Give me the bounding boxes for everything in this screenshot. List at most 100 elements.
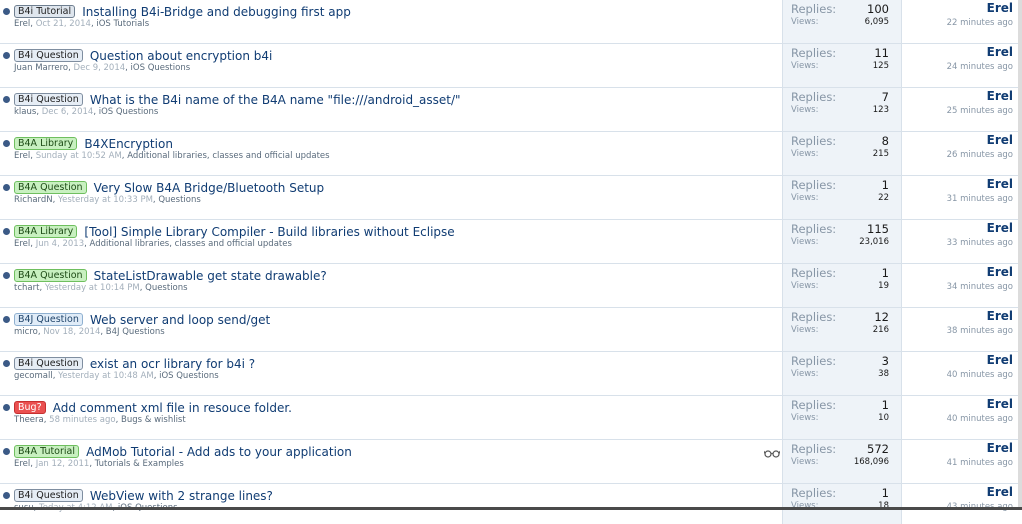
last-post-time-link[interactable]: 24 minutes ago <box>947 62 1013 72</box>
views-label: Views: <box>791 193 819 203</box>
thread-prefix-badge[interactable]: Bug? <box>14 401 46 414</box>
views-label: Views: <box>791 413 819 423</box>
scrollbar[interactable] <box>1018 0 1022 510</box>
thread-prefix-badge[interactable]: B4i Question <box>14 93 83 106</box>
thread-author-link[interactable]: Erel <box>14 459 30 469</box>
last-post-time-link[interactable]: 26 minutes ago <box>947 150 1013 160</box>
thread-author-link[interactable]: micro <box>14 327 38 337</box>
thread-title-link[interactable]: exist an ocr library for b4i ? <box>90 357 255 371</box>
thread-forum-link[interactable]: Bugs & wishlist <box>121 415 186 425</box>
thread-title-link[interactable]: Add comment xml file in resouce folder. <box>53 401 292 415</box>
unread-dot-icon <box>3 404 10 411</box>
replies-label: Replies: <box>791 266 837 280</box>
last-post-info: Erel 31 minutes ago <box>901 176 1018 219</box>
thread-author-link[interactable]: tchart <box>14 283 39 293</box>
replies-label: Replies: <box>791 134 837 148</box>
unread-dot-icon <box>3 272 10 279</box>
thread-author-link[interactable]: Erel <box>14 151 30 161</box>
last-post-user-link[interactable]: Erel <box>987 133 1013 147</box>
thread-row: B4i Question WebView with 2 strange line… <box>0 484 1018 524</box>
thread-title-link[interactable]: AdMob Tutorial - Add ads to your applica… <box>86 445 352 459</box>
last-post-time-link[interactable]: 33 minutes ago <box>947 238 1013 248</box>
last-post-user-link[interactable]: Erel <box>987 397 1013 411</box>
thread-stats: Replies: 1 Views: 10 <box>782 396 902 439</box>
thread-stats: Replies: 3 Views: 38 <box>782 352 902 395</box>
thread-forum-link[interactable]: B4J Questions <box>106 327 165 337</box>
last-post-user-link[interactable]: Erel <box>987 309 1013 323</box>
thread-forum-link[interactable]: iOS Questions <box>159 371 219 381</box>
views-count: 19 <box>878 281 889 291</box>
thread-title-link[interactable]: [Tool] Simple Library Compiler - Build l… <box>84 225 454 239</box>
thread-title-link[interactable]: Question about encryption b4i <box>90 49 273 63</box>
thread-prefix-badge[interactable]: B4i Question <box>14 49 83 62</box>
thread-title-link[interactable]: WebView with 2 strange lines? <box>90 489 273 503</box>
thread-stats: Replies: 572 Views: 168,096 <box>782 440 902 483</box>
thread-author-link[interactable]: Erel <box>14 19 30 29</box>
thread-forum-link[interactable]: iOS Questions <box>99 107 159 117</box>
views-count: 123 <box>872 105 889 115</box>
last-post-time-link[interactable]: 40 minutes ago <box>947 414 1013 424</box>
thread-title-link[interactable]: Installing B4i-Bridge and debugging firs… <box>82 5 351 19</box>
last-post-time-link[interactable]: 31 minutes ago <box>947 194 1013 204</box>
thread-prefix-badge[interactable]: B4J Question <box>14 313 83 326</box>
last-post-user-link[interactable]: Erel <box>987 45 1013 59</box>
thread-prefix-badge[interactable]: B4i Question <box>14 357 83 370</box>
last-post-time-link[interactable]: 41 minutes ago <box>947 458 1013 468</box>
thread-author-link[interactable]: klaus <box>14 107 36 117</box>
last-post-user-link[interactable]: Erel <box>987 1 1013 15</box>
views-count: 38 <box>878 369 889 379</box>
last-post-user-link[interactable]: Erel <box>987 441 1013 455</box>
last-post-user-link[interactable]: Erel <box>987 485 1013 499</box>
last-post-user-link[interactable]: Erel <box>987 89 1013 103</box>
thread-author-link[interactable]: Erel <box>14 239 30 249</box>
thread-title-link[interactable]: B4XEncryption <box>84 137 173 151</box>
last-post-time-link[interactable]: 38 minutes ago <box>947 326 1013 336</box>
last-post-time-link[interactable]: 40 minutes ago <box>947 370 1013 380</box>
thread-forum-link[interactable]: Additional libraries, classes and offici… <box>90 239 292 249</box>
thread-prefix-badge[interactable]: B4A Library <box>14 137 78 150</box>
replies-count: 1 <box>881 178 889 192</box>
thread-prefix-badge[interactable]: B4i Question <box>14 489 83 502</box>
thread-title-line: B4J Question Web server and loop send/ge… <box>14 309 270 327</box>
thread-meta: Erel, Jun 4, 2013, Additional libraries,… <box>14 239 292 249</box>
thread-start-date: Jun 4, 2013 <box>35 239 85 249</box>
thread-forum-link[interactable]: Additional libraries, classes and offici… <box>127 151 329 161</box>
thread-author-link[interactable]: Juan Marrero <box>14 63 68 73</box>
thread-forum-link[interactable]: iOS Questions <box>131 63 191 73</box>
thread-title-link[interactable]: What is the B4i name of the B4A name "fi… <box>90 93 461 107</box>
thread-forum-link[interactable]: Tutorials & Examples <box>95 459 184 469</box>
last-post-user-link[interactable]: Erel <box>987 353 1013 367</box>
thread-stats: Replies: 7 Views: 123 <box>782 88 902 131</box>
thread-prefix-badge[interactable]: B4A Library <box>14 225 78 238</box>
last-post-time-link[interactable]: 25 minutes ago <box>947 106 1013 116</box>
thread-author-link[interactable]: RichardN <box>14 195 53 205</box>
thread-prefix-badge[interactable]: B4A Question <box>14 181 87 194</box>
thread-stats: Replies: 100 Views: 6,095 <box>782 0 902 43</box>
views-count: 10 <box>878 413 889 423</box>
unread-dot-icon <box>3 184 10 191</box>
thread-title-line: B4i Question Question about encryption b… <box>14 45 273 63</box>
thread-title-link[interactable]: Web server and loop send/get <box>90 313 270 327</box>
last-post-time-link[interactable]: 34 minutes ago <box>947 282 1013 292</box>
last-post-user-link[interactable]: Erel <box>987 265 1013 279</box>
thread-start-date: Yesterday at 10:33 PM <box>58 195 153 205</box>
last-post-time-link[interactable]: 22 minutes ago <box>947 18 1013 28</box>
replies-count: 1 <box>881 398 889 412</box>
thread-prefix-badge[interactable]: B4i Tutorial <box>14 5 76 18</box>
last-post-user-link[interactable]: Erel <box>987 177 1013 191</box>
thread-prefix-badge[interactable]: B4A Question <box>14 269 87 282</box>
thread-author-link[interactable]: Theera <box>14 415 44 425</box>
replies-count: 572 <box>867 442 889 456</box>
thread-author-link[interactable]: gecomall <box>14 371 53 381</box>
replies-label: Replies: <box>791 398 837 412</box>
replies-label: Replies: <box>791 178 837 192</box>
last-post-user-link[interactable]: Erel <box>987 221 1013 235</box>
thread-title-link[interactable]: Very Slow B4A Bridge/Bluetooth Setup <box>94 181 324 195</box>
unread-dot-icon <box>3 96 10 103</box>
thread-prefix-badge[interactable]: B4A Tutorial <box>14 445 80 458</box>
thread-title-link[interactable]: StateListDrawable get state drawable? <box>94 269 327 283</box>
thread-forum-link[interactable]: Questions <box>158 195 200 205</box>
thread-meta: Erel, Sunday at 10:52 AM, Additional lib… <box>14 151 330 161</box>
thread-forum-link[interactable]: Questions <box>145 283 187 293</box>
thread-forum-link[interactable]: iOS Tutorials <box>96 19 149 29</box>
